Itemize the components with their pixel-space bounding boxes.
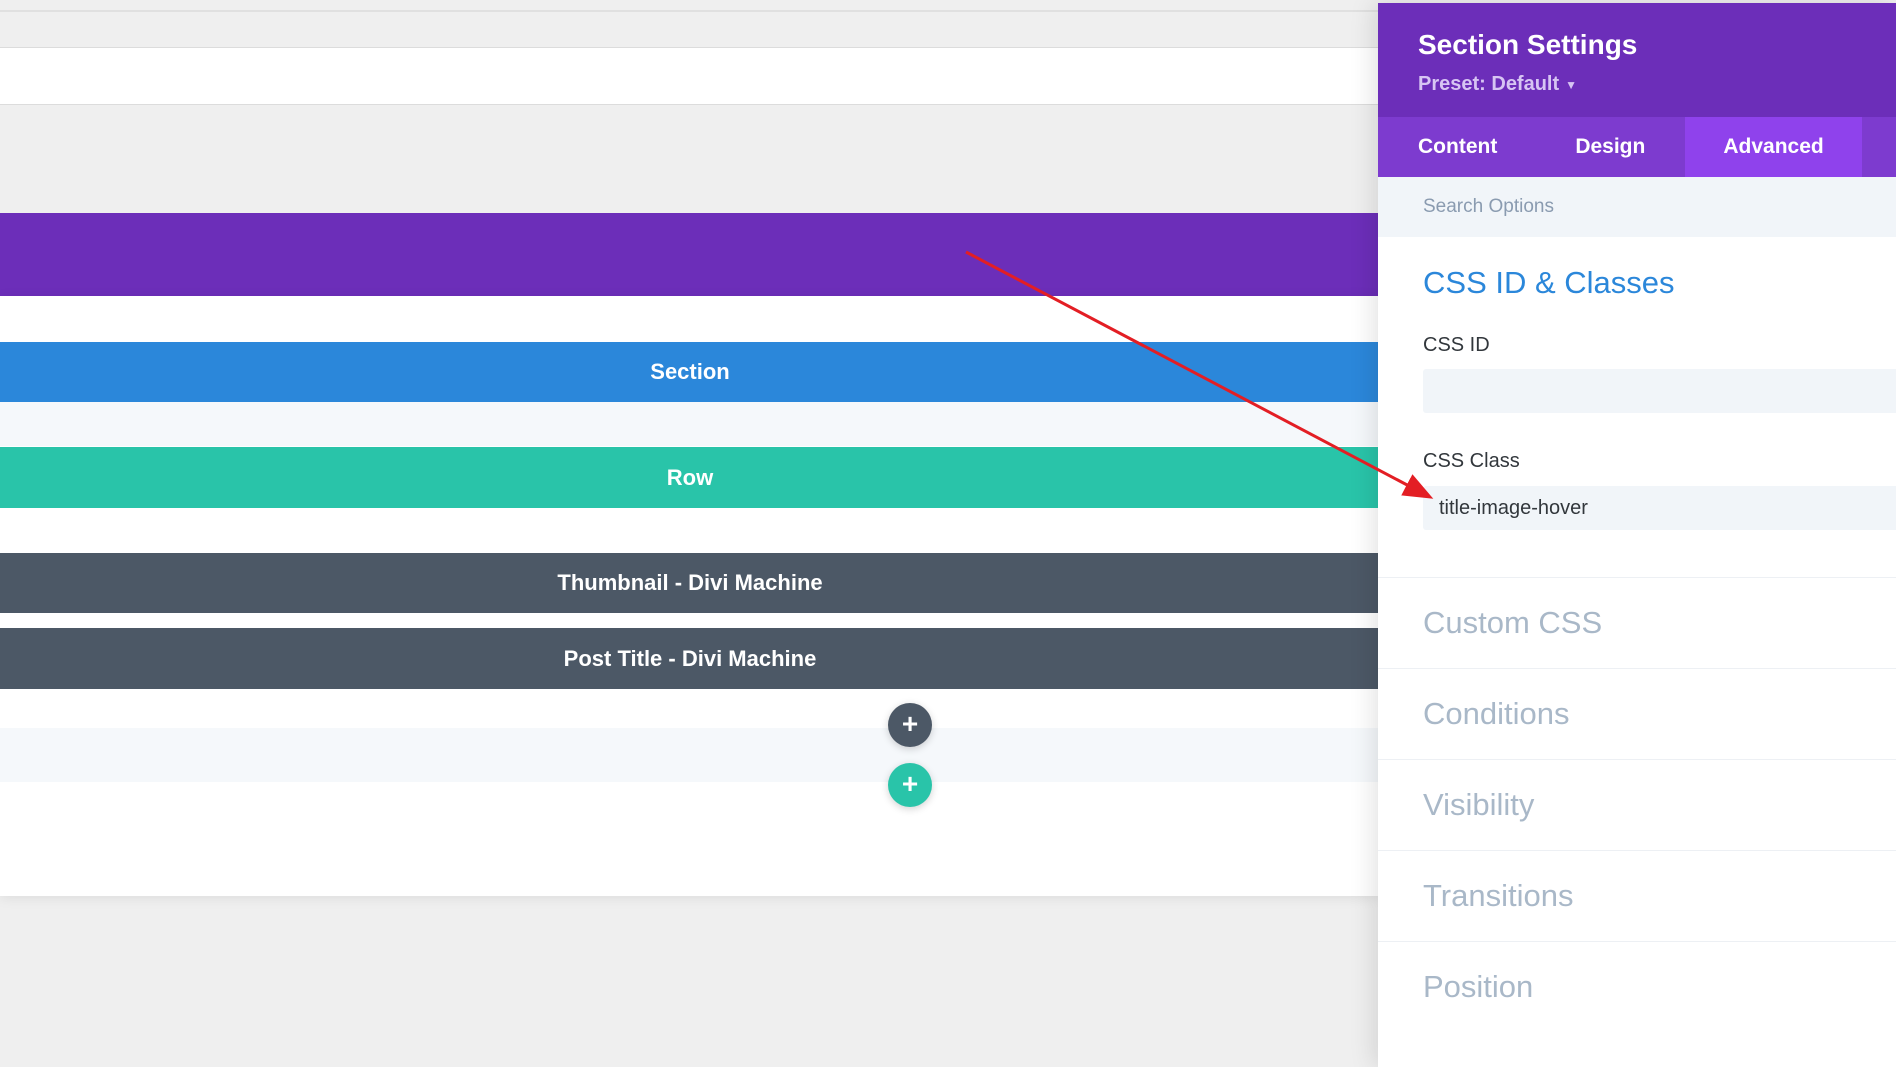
tab-label: Content bbox=[1418, 135, 1498, 158]
css-class-label: CSS Class bbox=[1423, 450, 1520, 472]
section-bar[interactable]: Section bbox=[0, 342, 1380, 402]
group-label: Custom CSS bbox=[1423, 604, 1603, 640]
caret-down-icon: ▼ bbox=[1565, 77, 1578, 92]
module-thumbnail[interactable]: Thumbnail - Divi Machine bbox=[0, 553, 1380, 613]
module-label: Post Title - Divi Machine bbox=[563, 645, 817, 671]
tab-label: Advanced bbox=[1723, 135, 1824, 158]
tab-advanced[interactable]: Advanced bbox=[1685, 117, 1862, 177]
preset-label: Preset: Default bbox=[1418, 73, 1560, 95]
css-id-label: CSS ID bbox=[1423, 334, 1490, 356]
row-label: Row bbox=[666, 464, 714, 490]
add-module-button[interactable]: + bbox=[888, 703, 932, 747]
search-options-input[interactable]: Search Options bbox=[1378, 177, 1896, 237]
panel-header: Section Settings Preset: Default ▼ bbox=[1378, 3, 1896, 117]
panel-tabs: Content Design Advanced bbox=[1378, 117, 1896, 177]
css-class-field[interactable]: title-image-hover bbox=[1423, 486, 1896, 530]
module-label: Thumbnail - Divi Machine bbox=[557, 570, 823, 595]
group-visibility[interactable]: Visibility bbox=[1378, 759, 1896, 849]
top-divider bbox=[0, 10, 1380, 12]
tab-label: Design bbox=[1575, 135, 1646, 158]
panel-title: Section Settings bbox=[1418, 29, 1638, 60]
group-conditions[interactable]: Conditions bbox=[1378, 668, 1896, 758]
tab-content[interactable]: Content bbox=[1378, 117, 1537, 177]
tab-design[interactable]: Design bbox=[1537, 117, 1685, 177]
css-class-value: title-image-hover bbox=[1439, 496, 1588, 519]
group-custom-css[interactable]: Custom CSS bbox=[1378, 577, 1896, 667]
group-css-id-classes[interactable]: CSS ID & Classes bbox=[1423, 265, 1675, 301]
plus-icon: + bbox=[901, 708, 919, 739]
section-settings-panel: Section Settings Preset: Default ▼ Conten… bbox=[1378, 3, 1896, 1067]
group-transitions[interactable]: Transitions bbox=[1378, 850, 1896, 940]
builder-toolbar-strip bbox=[0, 47, 1380, 105]
group-label: Visibility bbox=[1423, 786, 1535, 822]
layout-canvas: Section Row Thumbnail - Divi Machine Pos… bbox=[0, 296, 1380, 896]
module-post-title[interactable]: Post Title - Divi Machine bbox=[0, 628, 1380, 689]
search-placeholder: Search Options bbox=[1423, 196, 1554, 217]
css-id-field[interactable] bbox=[1423, 369, 1896, 413]
page-header-bar bbox=[0, 213, 1380, 296]
preset-selector[interactable]: Preset: Default ▼ bbox=[1418, 73, 1577, 96]
group-label: Transitions bbox=[1423, 877, 1574, 913]
section-label: Section bbox=[650, 359, 730, 384]
plus-icon: + bbox=[901, 768, 919, 799]
group-label: Position bbox=[1423, 968, 1534, 1004]
row-bar[interactable]: Row bbox=[0, 447, 1380, 508]
add-row-button[interactable]: + bbox=[888, 763, 932, 807]
group-position[interactable]: Position bbox=[1378, 941, 1896, 1031]
group-label: Conditions bbox=[1423, 695, 1570, 731]
